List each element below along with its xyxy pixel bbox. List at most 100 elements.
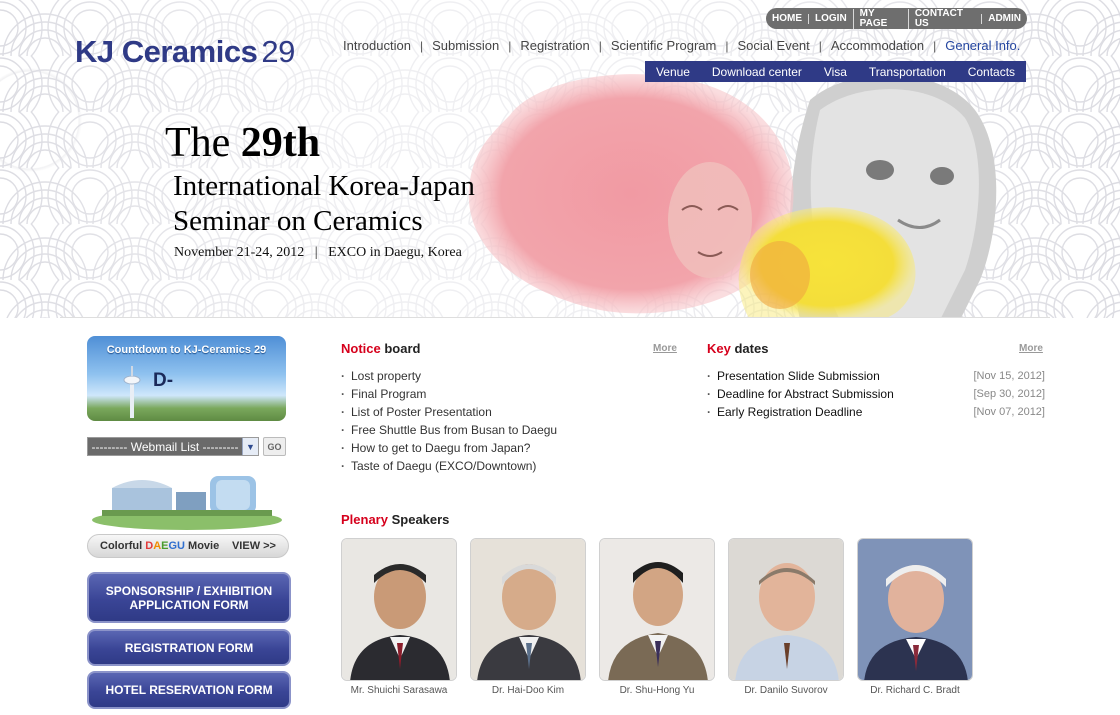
nav-separator: |: [508, 38, 512, 53]
speaker-card[interactable]: Mr. Shuichi Sarasawa: [341, 538, 457, 696]
subnav-venue[interactable]: Venue: [656, 65, 690, 79]
movie-city: DAEGU: [145, 540, 185, 552]
nav-separator: |: [933, 38, 937, 53]
key-dates-list: Presentation Slide Submission [Nov 15, 20…: [707, 367, 1045, 421]
speaker-card[interactable]: Dr. Richard C. Bradt: [857, 538, 973, 696]
sub-nav: Venue Download center Visa Transportatio…: [645, 61, 1026, 82]
util-link-home[interactable]: HOME: [766, 13, 808, 24]
webmail-select[interactable]: --------- Webmail List --------- ▼: [87, 437, 259, 456]
site-logo[interactable]: KJ Ceramics 29: [75, 34, 295, 70]
notice-item[interactable]: Final Program: [341, 385, 557, 403]
hero-subtitle-line1: International Korea-Japan: [173, 170, 475, 202]
key-title-rest: dates: [730, 341, 769, 356]
speaker-name: Mr. Shuichi Sarasawa: [350, 685, 448, 696]
key-date-item[interactable]: Early Registration Deadline [Nov 07, 2012…: [707, 403, 1045, 421]
nav-separator: |: [598, 38, 602, 53]
key-date-item[interactable]: Deadline for Abstract Submission [Sep 30,…: [707, 385, 1045, 403]
key-date-item[interactable]: Presentation Slide Submission [Nov 15, 20…: [707, 367, 1045, 385]
speaker-name: Dr. Danilo Suvorov: [744, 685, 828, 696]
sponsor-label-line1: SPONSORSHIP / EXHIBITION: [105, 583, 273, 598]
notice-item[interactable]: Free Shuttle Bus from Busan to Daegu: [341, 421, 557, 439]
nav-registration[interactable]: Registration: [520, 38, 589, 53]
notice-item[interactable]: Taste of Daegu (EXCO/Downtown): [341, 457, 557, 475]
logo-number: 29: [261, 34, 295, 69]
notice-more-link[interactable]: More: [653, 343, 677, 354]
hero-title-the: The: [165, 120, 231, 166]
notice-item[interactable]: How to get to Daegu from Japan?: [341, 439, 557, 457]
countdown-value: D-: [153, 370, 174, 391]
plenary-title-rest: Speakers: [387, 512, 450, 527]
registration-form-button[interactable]: REGISTRATION FORM: [87, 629, 291, 666]
go-button[interactable]: GO: [263, 437, 286, 456]
notice-item[interactable]: Lost property: [341, 367, 557, 385]
key-date-value: [Sep 30, 2012]: [973, 388, 1045, 400]
util-link-contact-us[interactable]: CONTACT US: [907, 8, 981, 29]
subnav-contacts[interactable]: Contacts: [968, 65, 1015, 79]
plenary-speakers-title: Plenary Speakers: [341, 512, 449, 527]
hotel-reservation-form-button[interactable]: HOTEL RESERVATION FORM: [87, 671, 291, 709]
webmail-select-label: --------- Webmail List ---------: [91, 439, 239, 454]
movie-prefix: Colorful: [100, 540, 143, 552]
notice-title-red: Notice: [341, 341, 381, 356]
hero-location: EXCO in Daegu, Korea: [328, 245, 462, 260]
utility-nav: HOME LOGIN MY PAGE CONTACT US ADMIN: [766, 8, 1027, 29]
notice-item[interactable]: List of Poster Presentation: [341, 403, 557, 421]
nav-general-info[interactable]: General Info.: [945, 38, 1020, 53]
key-date-value: [Nov 15, 2012]: [973, 370, 1045, 382]
tower-icon: [123, 366, 141, 418]
subnav-visa[interactable]: Visa: [824, 65, 847, 79]
main-nav: Introduction | Submission | Registration | …: [343, 38, 1020, 53]
speaker-photo[interactable]: [341, 538, 457, 681]
nav-submission[interactable]: Submission: [432, 38, 499, 53]
daegu-movie-title: Colorful DAEGU Movie: [100, 540, 219, 552]
hero-divider: [60, 317, 1050, 318]
util-link-admin[interactable]: ADMIN: [981, 13, 1027, 24]
speaker-photo[interactable]: [470, 538, 586, 681]
speaker-name: Dr. Hai-Doo Kim: [491, 685, 565, 696]
speaker-card[interactable]: Dr. Shu-Hong Yu: [599, 538, 715, 696]
hero-date-location: November 21-24, 2012 | EXCO in Daegu, Ko…: [174, 245, 462, 260]
countdown-title: Countdown to KJ-Ceramics 29: [106, 344, 267, 356]
hero-subtitle-line2: Seminar on Ceramics: [173, 205, 423, 237]
key-title-red: Key: [707, 341, 731, 356]
movie-view-link[interactable]: VIEW >>: [232, 540, 276, 552]
movie-suffix: Movie: [188, 540, 220, 552]
nav-separator: |: [818, 38, 822, 53]
hero-title: The 29th: [165, 120, 320, 166]
speaker-name: Dr. Shu-Hong Yu: [619, 685, 695, 696]
util-link-login[interactable]: LOGIN: [808, 13, 853, 24]
speaker-name: Dr. Richard C. Bradt: [870, 685, 960, 696]
subnav-download-center[interactable]: Download center: [712, 65, 802, 79]
daegu-movie-button[interactable]: Colorful DAEGU Movie VIEW >>: [87, 534, 289, 558]
speaker-photo[interactable]: [728, 538, 844, 681]
sponsor-button-label: SPONSORSHIP / EXHIBITION APPLICATION FORM: [106, 584, 272, 612]
logo-brand: KJ Ceramics: [75, 34, 258, 69]
subnav-transportation[interactable]: Transportation: [869, 65, 946, 79]
countdown-banner[interactable]: Countdown to KJ-Ceramics 29 D-: [87, 336, 286, 421]
speaker-card[interactable]: Dr. Hai-Doo Kim: [470, 538, 586, 696]
nav-scientific-program[interactable]: Scientific Program: [611, 38, 716, 53]
nav-separator: |: [725, 38, 729, 53]
notice-board-title: Notice board: [341, 341, 420, 356]
nav-separator: |: [419, 38, 424, 53]
notice-title-rest: board: [380, 341, 421, 356]
key-dates-title: Key dates: [707, 341, 768, 356]
util-link-my-page[interactable]: MY PAGE: [852, 8, 908, 29]
speaker-photo[interactable]: [857, 538, 973, 681]
nav-accommodation[interactable]: Accommodation: [831, 38, 924, 53]
key-date-value: [Nov 07, 2012]: [973, 406, 1045, 418]
chevron-down-icon[interactable]: ▼: [242, 438, 258, 455]
notice-list: Lost property Final Program List of Post…: [341, 367, 557, 475]
key-date-title: Early Registration Deadline: [707, 403, 862, 421]
key-dates-more-link[interactable]: More: [1019, 343, 1043, 354]
speaker-photo[interactable]: [599, 538, 715, 681]
hero-title-number: 29th: [240, 120, 321, 166]
exco-building-image[interactable]: [92, 462, 282, 530]
nav-social-event[interactable]: Social Event: [738, 38, 810, 53]
plenary-title-red: Plenary: [341, 512, 388, 527]
speaker-card[interactable]: Dr. Danilo Suvorov: [728, 538, 844, 696]
sponsorship-exhibition-form-button[interactable]: SPONSORSHIP / EXHIBITION APPLICATION FORM: [87, 572, 291, 623]
nav-introduction[interactable]: Introduction: [343, 38, 411, 53]
hero-date: November 21-24, 2012: [174, 245, 305, 260]
hero-subtitle: International Korea-Japan Seminar on Cer…: [173, 169, 593, 239]
